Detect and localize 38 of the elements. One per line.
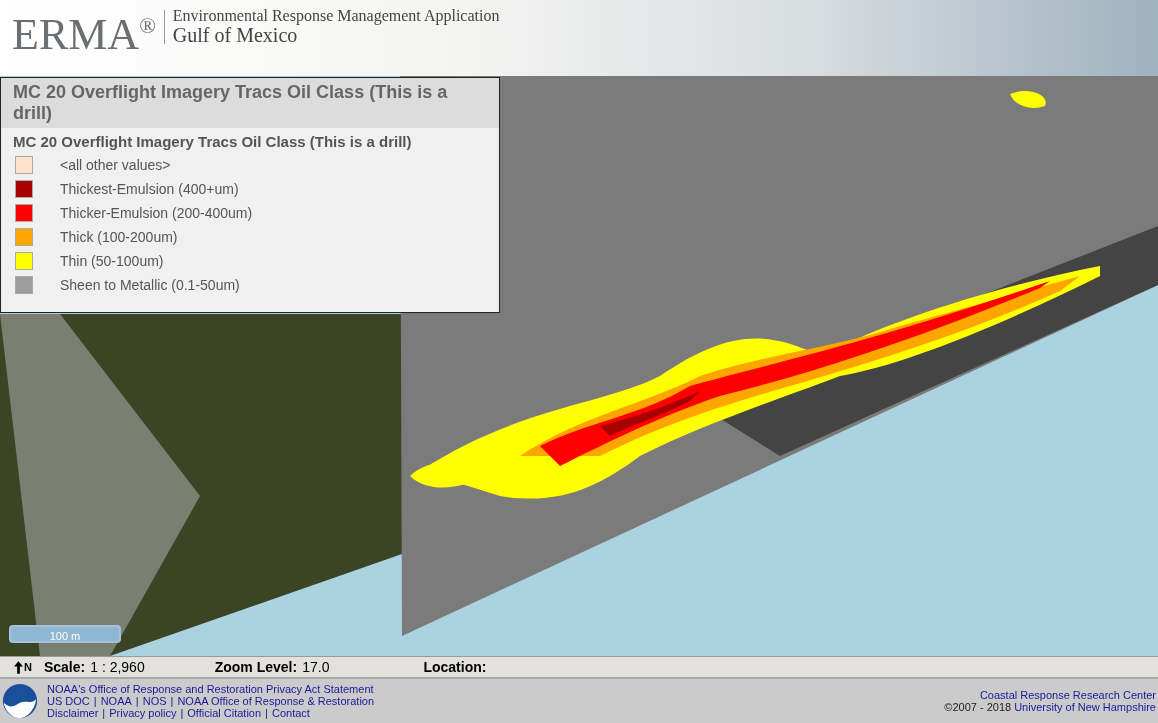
footer-link[interactable]: NOAA Office of Response & Restoration (177, 695, 375, 707)
footer-link[interactable]: US DOC (47, 695, 90, 707)
north-arrow-icon (14, 660, 23, 674)
copyright-text: ©2007 - 2018 (944, 701, 1012, 713)
footer-link[interactable]: Contact (271, 707, 310, 719)
north-label: N (24, 661, 32, 673)
legend-label: Thin (50-100um) (60, 253, 164, 269)
zoom-label: Zoom Level: (214, 659, 298, 675)
zoom-value: 17.0 (302, 659, 330, 675)
bird-logo-icon (2, 683, 38, 719)
legend-label: Thickest-Emulsion (400+um) (60, 181, 239, 197)
separator-text: | (170, 695, 174, 707)
logo-text: ERMA$^{®}$ (12, 8, 156, 57)
footer-link[interactable]: NOAA's Office of Response and Restoration Privacy Act Statement (47, 683, 374, 695)
separator-text: | (93, 695, 97, 707)
separator-text: | (135, 695, 139, 707)
layer-title: MC 20 Overflight Imagery Tracs Oil Class (This is a drill) (12, 132, 413, 152)
legend-label: Thick (100-200um) (60, 229, 178, 245)
legend-label: <all other values> (60, 157, 171, 173)
app-subtitle: Environmental Response Management Application (172, 7, 500, 25)
separator-text: | (265, 707, 268, 719)
footer-link[interactable]: University of New Hampshire (1014, 701, 1156, 713)
scale-value: 1 : 2,960 (90, 659, 145, 675)
footer-link[interactable]: Official Citation (187, 707, 262, 719)
footer-link[interactable]: Disclaimer (47, 707, 99, 719)
scale-label: Scale: (43, 659, 86, 675)
scale-bar: 100 m (9, 625, 121, 643)
footer-link[interactable]: NOS (142, 695, 167, 707)
legend-panel-title: MC 20 Overflight Imagery Tracs Oil Class (This is a drill) (1, 78, 499, 128)
separator-text: | (102, 707, 106, 719)
footer-link[interactable]: NOAA (100, 695, 132, 707)
legend-label: Thicker-Emulsion (200-400um) (60, 205, 253, 221)
legend-label: Sheen to Metallic (0.1-50um) (60, 277, 240, 293)
footer-link[interactable]: Privacy policy (109, 707, 177, 719)
location-label: Location: (423, 659, 487, 675)
separator-text: | (180, 707, 184, 719)
region-title: Gulf of Mexico (172, 25, 298, 46)
footer-link[interactable]: Coastal Response Research Center (979, 689, 1156, 701)
